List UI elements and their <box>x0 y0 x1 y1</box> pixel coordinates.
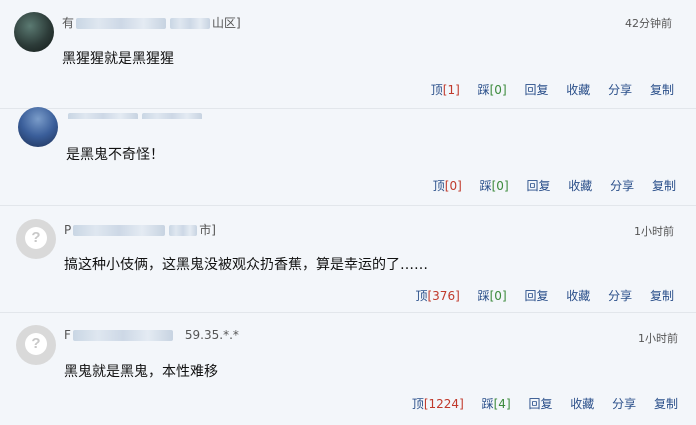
comment-item: 是黑鬼不奇怪！ 顶[0] 踩[0] 回复 收藏 分享 复制 <box>0 107 696 205</box>
username[interactable]: P 市] <box>64 221 216 238</box>
share-button[interactable]: 分享 <box>608 289 632 303</box>
redacted-text <box>76 18 167 29</box>
comment-item: ? P 市] 1小时前 搞这种小伎俩，这黑鬼没被观众扔香蕉，算是幸运的了…… 顶[… <box>0 206 696 312</box>
downvote-button[interactable]: 踩[0] <box>478 289 507 303</box>
reply-button[interactable]: 回复 <box>524 83 548 97</box>
username[interactable] <box>66 111 204 119</box>
username[interactable]: 有山区] <box>62 14 241 31</box>
redacted-text <box>68 113 138 119</box>
user-avatar[interactable] <box>14 12 54 52</box>
comment-actions: 顶[1224] 踩[4] 回复 收藏 分享 复制 <box>412 395 678 412</box>
comment-text: 黑鬼就是黑鬼，本性难移 <box>64 364 218 380</box>
username[interactable]: F 59.35.*.* <box>64 328 239 342</box>
comment-item: 有山区] 42分钟前 黑猩猩就是黑猩猩 顶[1] 踩[0] 回复 收藏 分享 复… <box>0 0 696 108</box>
location: 市] <box>199 223 216 237</box>
comment-text: 是黑鬼不奇怪！ <box>66 147 164 163</box>
post-time: 1小时前 <box>638 332 678 345</box>
collect-button[interactable]: 收藏 <box>566 83 590 97</box>
copy-button[interactable]: 复制 <box>652 179 676 193</box>
redacted-text <box>142 113 202 119</box>
comment-item: ? F 59.35.*.* 1小时前 黑鬼就是黑鬼，本性难移 顶[1224] 踩[… <box>0 313 696 425</box>
downvote-button[interactable]: 踩[0] <box>480 179 509 193</box>
redacted-text <box>169 225 198 236</box>
reply-button[interactable]: 回复 <box>526 179 550 193</box>
comment-actions: 顶[0] 踩[0] 回复 收藏 分享 复制 <box>433 177 676 194</box>
default-avatar-icon[interactable]: ? <box>16 325 56 365</box>
comment-actions: 顶[376] 踩[0] 回复 收藏 分享 复制 <box>415 287 674 304</box>
share-button[interactable]: 分享 <box>612 397 636 411</box>
downvote-button[interactable]: 踩[0] <box>478 83 507 97</box>
comment-text: 黑猩猩就是黑猩猩 <box>62 51 174 67</box>
reply-button[interactable]: 回复 <box>528 397 552 411</box>
collect-button[interactable]: 收藏 <box>568 179 592 193</box>
upvote-button[interactable]: 顶[0] <box>433 179 462 193</box>
upvote-button[interactable]: 顶[376] <box>415 289 459 303</box>
share-button[interactable]: 分享 <box>608 83 632 97</box>
copy-button[interactable]: 复制 <box>650 289 674 303</box>
downvote-button[interactable]: 踩[4] <box>482 397 511 411</box>
copy-button[interactable]: 复制 <box>654 397 678 411</box>
share-button[interactable]: 分享 <box>610 179 634 193</box>
redacted-text <box>72 330 173 341</box>
redacted-text <box>170 18 211 29</box>
redacted-text <box>73 225 166 236</box>
reply-button[interactable]: 回复 <box>524 289 548 303</box>
location: 山区] <box>212 16 241 30</box>
comment-actions: 顶[1] 踩[0] 回复 收藏 分享 复制 <box>431 81 674 98</box>
collect-button[interactable]: 收藏 <box>570 397 594 411</box>
collect-button[interactable]: 收藏 <box>566 289 590 303</box>
copy-button[interactable]: 复制 <box>650 83 674 97</box>
ip-address: 59.35.*.* <box>184 328 239 342</box>
post-time: 42分钟前 <box>625 17 672 30</box>
user-avatar[interactable] <box>18 107 58 147</box>
post-time: 1小时前 <box>634 225 674 238</box>
upvote-button[interactable]: 顶[1224] <box>412 397 464 411</box>
upvote-button[interactable]: 顶[1] <box>431 83 460 97</box>
comment-text: 搞这种小伎俩，这黑鬼没被观众扔香蕉，算是幸运的了…… <box>64 257 428 273</box>
default-avatar-icon[interactable]: ? <box>16 219 56 259</box>
